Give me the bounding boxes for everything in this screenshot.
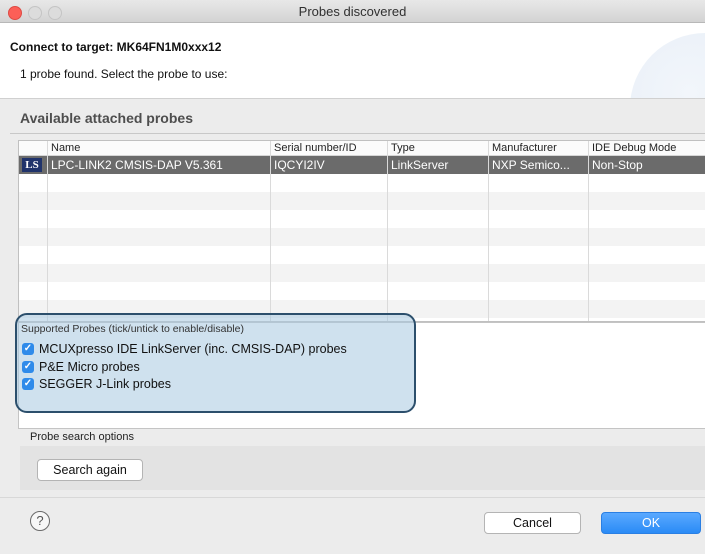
column-divider xyxy=(270,141,271,321)
column-header-type[interactable]: Type xyxy=(391,142,415,154)
linkserver-icon: LS xyxy=(22,158,42,172)
window-title: Probes discovered xyxy=(298,4,407,19)
column-header-name[interactable]: Name xyxy=(51,142,80,154)
instruction-text: 1 probe found. Select the probe to use: xyxy=(20,67,228,81)
column-divider xyxy=(47,141,48,321)
probe-option-label: SEGGER J-Link probes xyxy=(39,377,171,391)
empty-table-row xyxy=(19,228,705,246)
ok-button[interactable]: OK xyxy=(601,512,701,534)
column-divider xyxy=(488,141,489,321)
header-decoration xyxy=(630,33,705,98)
checkbox-checked-icon[interactable]: ✓ xyxy=(22,343,34,355)
empty-table-row xyxy=(19,264,705,282)
cell-probe-name: LPC-LINK2 CMSIS-DAP V5.361 xyxy=(51,158,223,172)
table-row[interactable]: LS LPC-LINK2 CMSIS-DAP V5.361 IQCYI2IV L… xyxy=(19,156,705,174)
empty-table-row xyxy=(19,210,705,228)
search-again-button[interactable]: Search again xyxy=(37,459,143,481)
column-header-serial[interactable]: Serial number/ID xyxy=(274,142,357,154)
probe-option-label: MCUXpresso IDE LinkServer (inc. CMSIS-DA… xyxy=(39,342,347,356)
empty-table-row xyxy=(19,174,705,192)
checkbox-checked-icon[interactable]: ✓ xyxy=(22,361,34,373)
dialog-header: Connect to target: MK64FN1M0xxx12 1 prob… xyxy=(0,23,705,99)
cell-type: LinkServer xyxy=(391,158,449,172)
cell-debug-mode: Non-Stop xyxy=(592,158,643,172)
cell-serial: IQCYI2IV xyxy=(274,158,325,172)
checkbox-checked-icon[interactable]: ✓ xyxy=(22,378,34,390)
column-divider xyxy=(588,141,589,321)
probes-dialog: Probes discovered Connect to target: MK6… xyxy=(0,0,705,554)
cancel-button[interactable]: Cancel xyxy=(484,512,581,534)
dialog-footer xyxy=(0,497,705,554)
help-icon[interactable]: ? xyxy=(30,511,50,531)
column-divider xyxy=(387,141,388,321)
empty-table-row xyxy=(19,192,705,210)
column-header-manufacturer[interactable]: Manufacturer xyxy=(492,142,557,154)
cell-manufacturer: NXP Semico... xyxy=(492,158,570,172)
supported-probes-title: Supported Probes (tick/untick to enable/… xyxy=(21,323,244,335)
section-divider xyxy=(10,133,705,134)
connect-target-label: Connect to target: MK64FN1M0xxx12 xyxy=(10,40,222,54)
empty-table-row xyxy=(19,246,705,264)
title-bar: Probes discovered xyxy=(0,0,705,23)
probes-table: Name Serial number/ID Type Manufacturer … xyxy=(18,140,705,322)
table-header: Name Serial number/ID Type Manufacturer … xyxy=(19,141,705,156)
empty-table-row xyxy=(19,282,705,300)
column-header-debug-mode[interactable]: IDE Debug Mode xyxy=(592,142,676,154)
probe-option-label: P&E Micro probes xyxy=(39,360,140,374)
available-probes-title: Available attached probes xyxy=(20,110,193,126)
search-options-title: Probe search options xyxy=(30,431,134,443)
